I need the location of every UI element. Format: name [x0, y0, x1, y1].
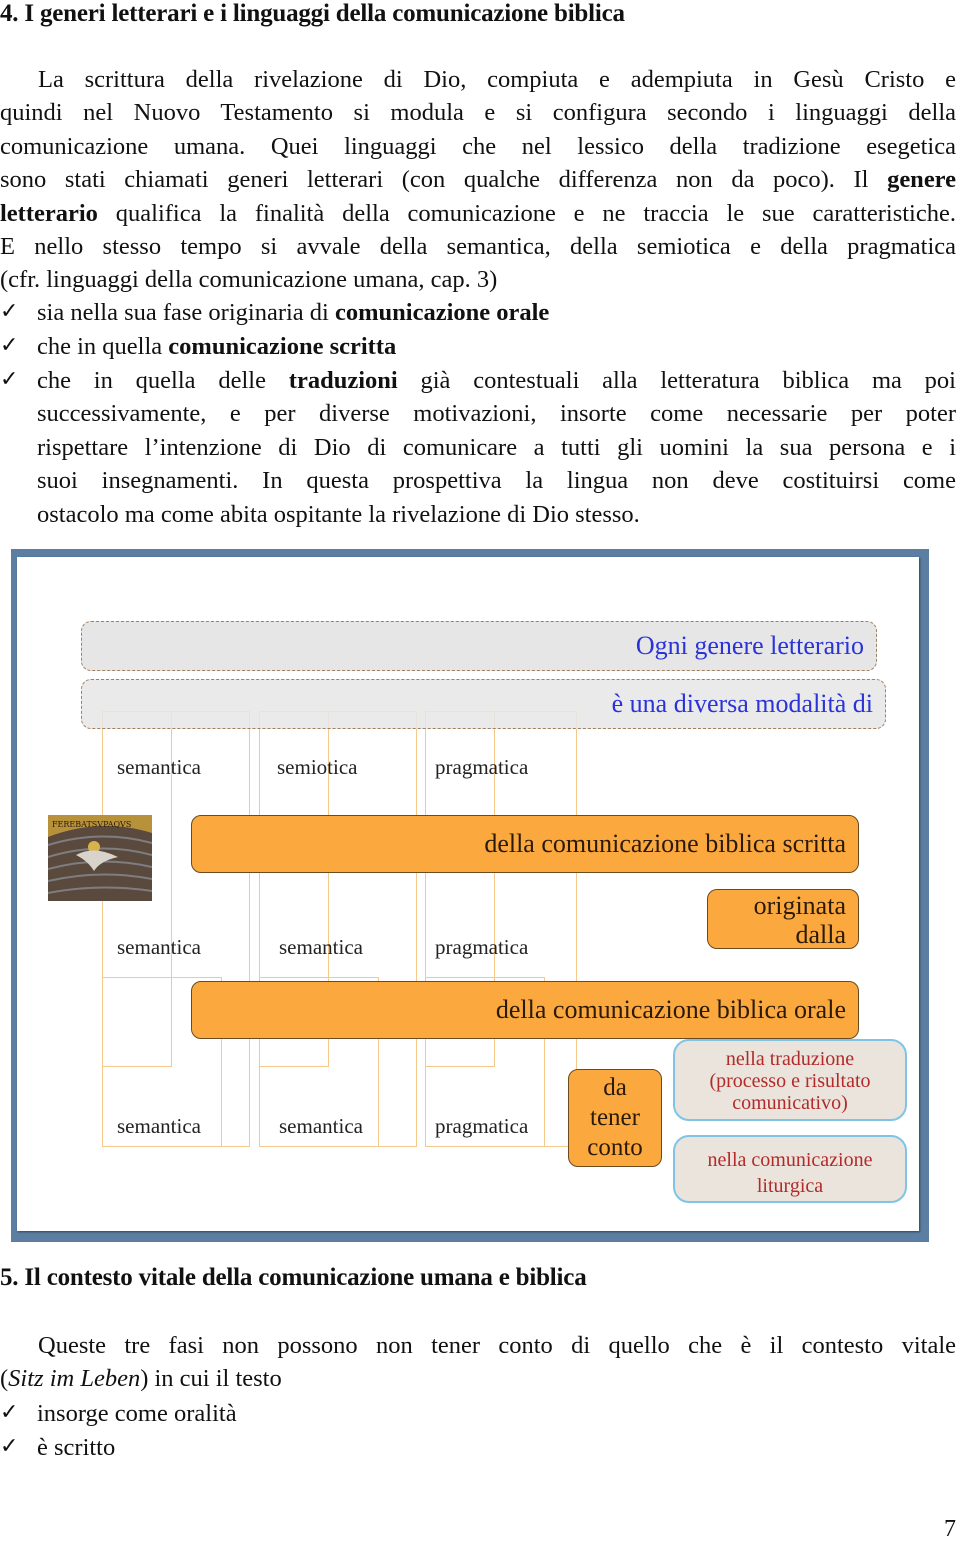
- band-ogni-genere: Ogni genere letterario: [81, 621, 877, 671]
- list-item: che in quella delle traduzioni già conte…: [37, 364, 956, 531]
- svg-text:FEREBATSVPAQVS: FEREBATSVPAQVS: [52, 820, 131, 829]
- italic-term: Sitz im Leben: [8, 1365, 141, 1393]
- check-icon: ✓: [0, 332, 19, 357]
- paren: (: [0, 1365, 9, 1393]
- box-line: conto: [587, 1134, 643, 1161]
- paragraph-line: (Sitz im Leben) in cui il testo: [0, 1362, 956, 1395]
- bold-term: letterario: [0, 199, 98, 227]
- list-item-text: che in quella delle: [37, 367, 289, 394]
- list-item: è scritto: [37, 1434, 116, 1461]
- box-line: tener: [590, 1104, 640, 1131]
- list-item-text: già contestuali alla letteratura biblica…: [397, 367, 956, 394]
- box-da-tener-conto: da tener conto: [568, 1069, 662, 1167]
- section-5-heading: 5. Il contesto vitale della comunicazion…: [0, 1264, 587, 1291]
- label-semantica: semantica: [117, 1114, 201, 1138]
- list-item-bold: comunicazione scritta: [168, 333, 397, 360]
- mosaic-image: FEREBATSVPAQVS: [48, 815, 152, 901]
- page-number: 7: [944, 1516, 956, 1542]
- bold-term: genere: [887, 166, 956, 194]
- paragraph-line: Queste tre fasi non possono non tener co…: [38, 1332, 956, 1359]
- box-nella-traduzione: nella traduzione (processo e risultato c…: [673, 1039, 907, 1121]
- list-item: sia nella sua fase originaria di comunic…: [37, 296, 956, 329]
- box-line: da: [603, 1074, 627, 1101]
- label-semantica: semantica: [279, 935, 363, 959]
- check-icon: ✓: [0, 1433, 19, 1458]
- paragraph-line: quindi nel Nuovo Testamento si modula e …: [0, 99, 956, 127]
- label-semiotica: semiotica: [277, 755, 358, 779]
- paragraph-line: (cfr. linguaggi della comunicazione uman…: [0, 266, 498, 294]
- list-item: che in quella comunicazione scritta: [37, 330, 956, 363]
- label-semantica: semantica: [279, 1114, 363, 1138]
- box-line: originata: [753, 891, 846, 920]
- label-pragmatica: pragmatica: [435, 1114, 529, 1138]
- label-semantica: semantica: [117, 755, 201, 779]
- list-item-bold: traduzioni: [288, 367, 398, 394]
- paragraph-line: comunicazione umana. Quei linguaggi che …: [0, 132, 956, 160]
- label-pragmatica: pragmatica: [435, 755, 529, 779]
- dove-mosaic-icon: FEREBATSVPAQVS: [48, 815, 152, 901]
- diagram-canvas: Ogni genere letterario è una diversa mod…: [17, 557, 919, 1231]
- label-semantica: semantica: [117, 935, 201, 959]
- list-item-line: che in quella delle traduzioni già conte…: [37, 364, 956, 397]
- check-icon: ✓: [0, 366, 19, 391]
- list-item-text: sia nella sua fase originaria di: [37, 299, 335, 326]
- bar-comunicazione-orale: della comunicazione biblica orale: [191, 981, 859, 1039]
- box-line: liturgica: [756, 1175, 824, 1197]
- box-originata-dalla: originata dalla: [707, 889, 859, 949]
- list-item-line: ostacolo ma come abita ospitante la rive…: [37, 500, 640, 528]
- diagram-figure: Ogni genere letterario è una diversa mod…: [11, 549, 929, 1242]
- label-pragmatica: pragmatica: [435, 935, 529, 959]
- section-4-paragraph: La scrittura della rivelazione di Dio, c…: [0, 63, 956, 297]
- list-item-line: suoi insegnamenti. In questa prospettiva…: [37, 467, 956, 495]
- check-icon: ✓: [0, 298, 19, 323]
- list-item-line: successivamente, e per diverse motivazio…: [37, 400, 956, 428]
- list-item-bold: comunicazione orale: [334, 299, 550, 326]
- bar-comunicazione-scritta: della comunicazione biblica scritta: [191, 815, 859, 873]
- box-line: nella comunicazione: [707, 1149, 873, 1171]
- box-line: comunicativo): [732, 1092, 848, 1114]
- paragraph-text: ) in cui il testo: [140, 1365, 282, 1393]
- section-4-heading: 4. I generi letterari e i linguaggi dell…: [0, 0, 625, 27]
- list-item-line: rispettare l’intenzione di Dio di comuni…: [37, 433, 956, 461]
- paragraph-line: La scrittura della rivelazione di Dio, c…: [38, 66, 956, 93]
- paragraph-text: sono stati chiamati generi letterari (co…: [0, 166, 888, 194]
- box-line: (processo e risultato: [709, 1070, 871, 1092]
- paragraph-line: letterario qualifica la finalità della c…: [0, 197, 956, 230]
- box-nella-comunicazione-liturgica: nella comunicazione liturgica: [673, 1135, 907, 1203]
- paragraph-line: sono stati chiamati generi letterari (co…: [0, 163, 956, 196]
- list-item: insorge come oralità: [37, 1400, 237, 1427]
- check-icon: ✓: [0, 1399, 19, 1424]
- box-line: nella traduzione: [725, 1048, 855, 1070]
- list-item-text: che in quella: [37, 333, 169, 360]
- box-line: dalla: [795, 920, 846, 949]
- paragraph-line: E nello stesso tempo si avvale della sem…: [0, 232, 956, 260]
- paragraph-text: qualifica la finalità della comunicazion…: [115, 199, 956, 227]
- band-diversa-modalita: è una diversa modalità di: [81, 679, 886, 729]
- section-5-paragraph: Queste tre fasi non possono non tener co…: [0, 1329, 956, 1396]
